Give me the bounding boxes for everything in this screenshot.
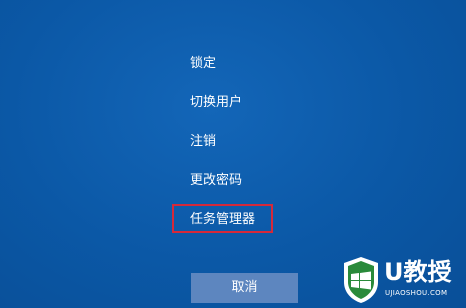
watermark-url: UJIAOSHOU.COM <box>385 289 448 297</box>
switch-user-option[interactable]: 切换用户 <box>190 95 242 111</box>
change-password-option[interactable]: 更改密码 <box>190 173 242 189</box>
task-manager-option[interactable]: 任务管理器 <box>190 212 255 228</box>
lock-option[interactable]: 锁定 <box>190 56 216 72</box>
shield-windows-logo-icon <box>344 257 378 303</box>
cancel-button[interactable]: 取消 <box>191 273 298 303</box>
watermark: U教授 UJIAOSHOU.COM <box>342 256 464 306</box>
sign-out-option[interactable]: 注销 <box>190 134 216 150</box>
watermark-logo-text: U教授 <box>384 258 452 286</box>
